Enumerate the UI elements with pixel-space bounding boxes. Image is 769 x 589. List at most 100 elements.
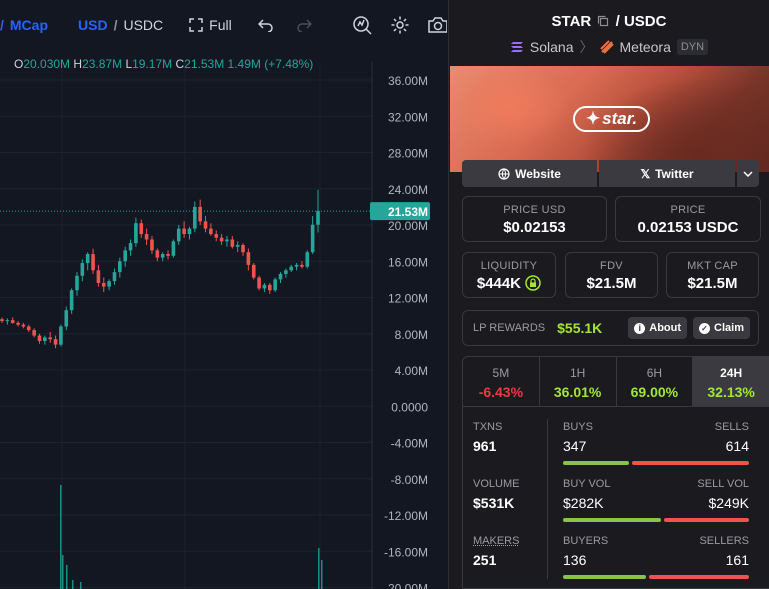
candle-body xyxy=(102,283,106,287)
lock-icon[interactable] xyxy=(525,275,541,291)
candle-body xyxy=(64,310,68,326)
tab-5m[interactable]: 5M -6.43% xyxy=(463,357,540,406)
timeframe-tabs: 5M -6.43% 1H 36.01% 6H 69.00% 24H 32.13% xyxy=(463,357,769,407)
sell-vol-label: SELL VOL xyxy=(697,478,749,490)
fullscreen-icon xyxy=(189,18,203,32)
candle-body xyxy=(129,243,133,250)
price-axis-tick: 32.00M xyxy=(388,110,428,124)
base-symbol: STAR xyxy=(552,13,592,30)
candle-body xyxy=(188,229,192,234)
screenshot-button[interactable] xyxy=(427,16,447,34)
tab-6h[interactable]: 6H 69.00% xyxy=(617,357,694,406)
candle-body xyxy=(273,279,277,290)
mcap-slash: / xyxy=(0,17,4,33)
quote-symbol: USDC xyxy=(624,13,667,30)
buys-bar xyxy=(563,461,629,465)
candle-body xyxy=(231,240,235,247)
sparkle-icon: ✦ xyxy=(586,109,600,129)
ohlc-low: 19.17M xyxy=(132,57,172,71)
candle-body xyxy=(177,229,181,242)
candle-body xyxy=(172,241,176,256)
price-axis-tick: 20.00M xyxy=(388,219,428,233)
undo-button[interactable] xyxy=(258,18,274,32)
usdc-toggle[interactable]: USDC xyxy=(123,17,163,33)
buyers-bar xyxy=(563,575,646,579)
copy-icon[interactable] xyxy=(597,15,609,27)
fullscreen-button[interactable]: Full xyxy=(189,17,232,33)
candle-body xyxy=(0,319,4,321)
tab-24h[interactable]: 24H 32.13% xyxy=(693,357,769,406)
lp-rewards-row: LP REWARDS $55.1K i About ✓ Claim xyxy=(462,310,759,346)
indicators-button[interactable] xyxy=(352,15,372,35)
ohlc-change: 1.49M (+7.48%) xyxy=(228,57,314,71)
candle-body xyxy=(289,267,293,271)
claim-button[interactable]: ✓ Claim xyxy=(693,317,750,339)
fdv-label: FDV xyxy=(566,260,657,272)
website-link[interactable]: Website xyxy=(462,160,597,187)
mcap-toggle[interactable]: MCap xyxy=(10,17,48,33)
more-links-button[interactable] xyxy=(737,160,759,187)
candle-body xyxy=(123,250,127,261)
volume-bar xyxy=(72,580,74,589)
tab-6h-label: 6H xyxy=(617,366,693,380)
sells-label: SELLS xyxy=(715,421,749,433)
candle-body xyxy=(75,276,79,291)
claim-label: Claim xyxy=(714,322,744,334)
settings-button[interactable] xyxy=(390,15,410,35)
website-label: Website xyxy=(515,167,561,181)
candle-body xyxy=(107,281,111,286)
app-root: 36.00M 32.00M 28.00M 24.00M 20.00M 16.00M 12.0… xyxy=(0,0,769,589)
tab-5m-label: 5M xyxy=(463,366,539,380)
candle-body xyxy=(139,223,143,234)
candle-body xyxy=(32,330,36,335)
volume-bar xyxy=(60,485,62,589)
price-axis-tick: 8.00M xyxy=(395,328,428,342)
lp-rewards-value: $55.1K xyxy=(557,320,602,336)
about-button[interactable]: i About xyxy=(628,317,687,339)
chevron-down-icon xyxy=(743,171,753,177)
candle-body xyxy=(150,240,154,251)
candle-body xyxy=(161,254,165,258)
price-axis-tick: 12.00M xyxy=(388,292,428,306)
pair-separator: / xyxy=(616,13,620,30)
price-quote-label: PRICE xyxy=(616,204,760,216)
fdv-value: $21.5M xyxy=(566,275,657,292)
liquidity-value: $444K xyxy=(477,275,521,292)
makers-label[interactable]: MAKERS xyxy=(473,535,519,547)
buy-vol-bar xyxy=(563,518,661,522)
twitter-link[interactable]: 𝕏 Twitter xyxy=(599,160,735,187)
token-logo: ✦ star. xyxy=(573,106,650,132)
candle-body xyxy=(182,229,186,234)
candle-body xyxy=(225,240,229,242)
candle-body xyxy=(236,245,240,247)
price-chart[interactable]: 36.00M 32.00M 28.00M 24.00M 20.00M 16.00M 12.0… xyxy=(0,0,447,589)
ohlc-close-key: C xyxy=(176,57,185,71)
price-usd-card: PRICE USD $0.02153 xyxy=(462,196,607,242)
tab-1h[interactable]: 1H 36.01% xyxy=(540,357,617,406)
candle-body xyxy=(145,234,149,239)
price-quote-card: PRICE 0.02153 USDC xyxy=(615,196,761,242)
redo-button[interactable] xyxy=(296,18,312,32)
check-circle-icon: ✓ xyxy=(699,323,710,334)
txns-value: 961 xyxy=(473,438,496,454)
dex-name[interactable]: Meteora xyxy=(620,39,671,55)
chain-name[interactable]: Solana xyxy=(530,39,574,55)
sells-value: 614 xyxy=(726,438,749,454)
mktcap-card: MKT CAP $21.5M xyxy=(666,252,759,298)
candle-body xyxy=(166,254,170,256)
candle-body xyxy=(16,323,20,325)
trade-stats: 5M -6.43% 1H 36.01% 6H 69.00% 24H 32.13% xyxy=(462,356,769,589)
price-quote-value: 0.02153 USDC xyxy=(616,219,760,236)
candle-body xyxy=(284,270,288,274)
chart-panel[interactable]: 36.00M 32.00M 28.00M 24.00M 20.00M 16.00M 12.0… xyxy=(0,0,447,589)
usd-toggle[interactable]: USD xyxy=(78,17,108,33)
makers-value: 251 xyxy=(473,552,496,568)
candle-body xyxy=(70,290,74,310)
candle-body xyxy=(118,261,122,272)
candle-body xyxy=(204,221,208,228)
candle-body xyxy=(54,339,58,344)
candle-body xyxy=(241,245,245,252)
buy-vol-label: BUY VOL xyxy=(563,478,611,490)
candle-body xyxy=(305,252,309,267)
candle-body xyxy=(48,337,52,339)
